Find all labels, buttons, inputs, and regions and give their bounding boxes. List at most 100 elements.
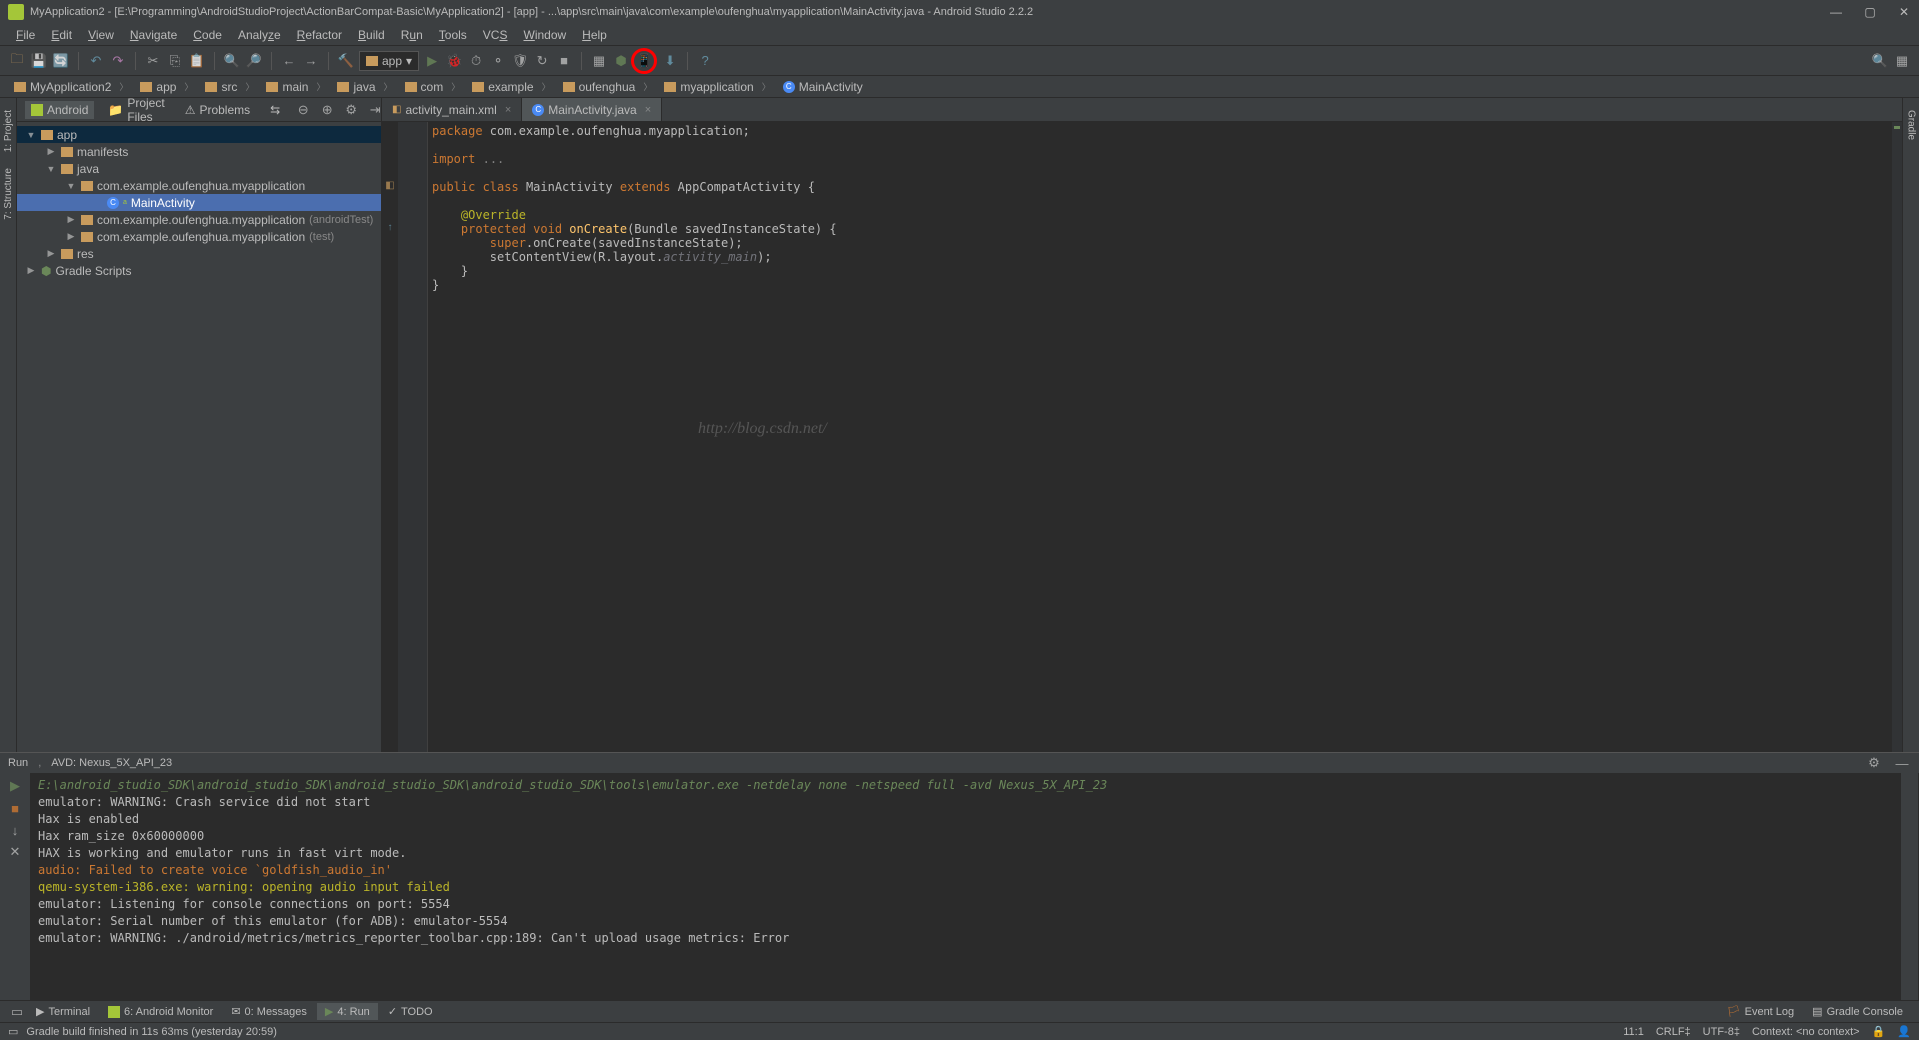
- context[interactable]: Context: <no context>: [1752, 1026, 1860, 1038]
- open-icon[interactable]: 🗀: [8, 52, 26, 70]
- tab-android-monitor[interactable]: 6: Android Monitor: [100, 1004, 221, 1020]
- menu-code[interactable]: Code: [185, 26, 230, 44]
- editor-tab-java[interactable]: CMainActivity.java×: [522, 98, 662, 121]
- crumb-example[interactable]: example: [466, 80, 556, 94]
- menu-window[interactable]: Window: [515, 26, 574, 44]
- overview-ruler[interactable]: [1892, 122, 1902, 752]
- menu-view[interactable]: View: [80, 26, 122, 44]
- profile-icon[interactable]: ⏱: [467, 52, 485, 70]
- tab-android[interactable]: Android: [25, 101, 94, 119]
- crumb-mainactivity[interactable]: CMainActivity: [777, 80, 877, 94]
- tab-event-log[interactable]: 🏳Event Log: [1719, 1003, 1803, 1020]
- settings-icon[interactable]: ⚙: [342, 101, 360, 119]
- tab-more[interactable]: ⇆: [264, 101, 286, 119]
- panel-settings-icon[interactable]: ⚙: [1865, 754, 1883, 772]
- hector-icon[interactable]: 👤: [1897, 1025, 1911, 1038]
- close-tab-icon[interactable]: ×: [645, 104, 651, 116]
- tree-java[interactable]: ▼java: [17, 160, 381, 177]
- menu-run[interactable]: Run: [393, 26, 431, 44]
- crumb-main[interactable]: main: [260, 80, 331, 94]
- hide-bottom-icon[interactable]: ▭: [8, 1003, 26, 1021]
- stop-icon[interactable]: ■: [555, 52, 573, 70]
- ide-settings-icon[interactable]: ▦: [1893, 52, 1911, 70]
- rerun-icon[interactable]: ↻: [533, 52, 551, 70]
- tab-run[interactable]: ▶4: Run: [317, 1003, 378, 1020]
- code-editor[interactable]: package com.example.oufenghua.myapplicat…: [428, 122, 1892, 752]
- encoding[interactable]: UTF-8‡: [1703, 1026, 1740, 1038]
- editor-tab-xml[interactable]: ◧activity_main.xml×: [382, 98, 522, 121]
- menu-refactor[interactable]: Refactor: [289, 26, 350, 44]
- menu-help[interactable]: Help: [574, 26, 615, 44]
- tree-mainactivity[interactable]: CaMainActivity: [17, 194, 381, 211]
- run-configuration[interactable]: app ▾: [359, 51, 419, 71]
- menu-vcs[interactable]: VCS: [475, 26, 516, 44]
- undo-icon[interactable]: ↶: [87, 52, 105, 70]
- save-icon[interactable]: 💾: [30, 52, 48, 70]
- line-separator[interactable]: CRLF‡: [1656, 1026, 1691, 1038]
- tree-app[interactable]: ▼app: [17, 126, 381, 143]
- sdk-manager-icon[interactable]: ⬇: [661, 52, 679, 70]
- redo-icon[interactable]: ↷: [109, 52, 127, 70]
- menu-build[interactable]: Build: [350, 26, 393, 44]
- tab-todo[interactable]: ✓TODO: [380, 1003, 441, 1020]
- attach-icon[interactable]: ⚬: [489, 52, 507, 70]
- console-output[interactable]: E:\android_studio_SDK\android_studio_SDK…: [30, 773, 1901, 1000]
- tab-terminal[interactable]: ▶Terminal: [28, 1003, 98, 1020]
- close-icon[interactable]: ✕: [6, 843, 24, 861]
- cut-icon[interactable]: ✂: [144, 52, 162, 70]
- hide-icon[interactable]: ⇥: [366, 101, 384, 119]
- tab-messages[interactable]: ✉0: Messages: [223, 1003, 315, 1020]
- collapse-icon[interactable]: ⊖: [294, 101, 312, 119]
- back-icon[interactable]: ←: [280, 52, 298, 70]
- maximize-button[interactable]: ▢: [1863, 5, 1877, 19]
- replace-icon[interactable]: 🔎: [245, 52, 263, 70]
- crumb-com[interactable]: com: [399, 80, 467, 94]
- crumb-project[interactable]: MyApplication2: [8, 80, 134, 94]
- menu-navigate[interactable]: Navigate: [122, 26, 185, 44]
- down-icon[interactable]: ↓: [6, 821, 24, 839]
- forward-icon[interactable]: →: [302, 52, 320, 70]
- crumb-java[interactable]: java: [331, 80, 398, 94]
- status-icon[interactable]: ▭: [8, 1025, 18, 1038]
- crumb-app[interactable]: app: [134, 80, 199, 94]
- sync-icon[interactable]: 🔄: [52, 52, 70, 70]
- find-icon[interactable]: 🔍: [223, 52, 241, 70]
- menu-analyze[interactable]: Analyze: [230, 26, 289, 44]
- coverage-icon[interactable]: 🛡: [511, 52, 529, 70]
- crumb-src[interactable]: src: [199, 80, 260, 94]
- locate-icon[interactable]: ⊕: [318, 101, 336, 119]
- copy-icon[interactable]: ⎘: [166, 52, 184, 70]
- tree-pkg-main[interactable]: ▼com.example.oufenghua.myapplication: [17, 177, 381, 194]
- gradle-tool-button[interactable]: Gradle: [1906, 106, 1917, 144]
- search-everywhere-icon[interactable]: 🔍: [1871, 52, 1889, 70]
- help-icon[interactable]: ?: [696, 52, 714, 70]
- debug-icon[interactable]: 🐞: [445, 52, 463, 70]
- override-icon[interactable]: ↑: [382, 222, 398, 236]
- run-icon[interactable]: ▶: [423, 52, 441, 70]
- minimize-button[interactable]: —: [1829, 5, 1843, 19]
- close-button[interactable]: ✕: [1897, 5, 1911, 19]
- tree-res[interactable]: ▶res: [17, 245, 381, 262]
- close-tab-icon[interactable]: ×: [505, 104, 511, 116]
- crumb-oufenghua[interactable]: oufenghua: [557, 80, 659, 94]
- stop-icon[interactable]: ■: [6, 799, 24, 817]
- editor-content[interactable]: ◧ ↑ package com.example.oufenghua.myappl…: [382, 122, 1902, 752]
- tab-project-files[interactable]: 📁Project Files: [102, 94, 170, 126]
- capture-icon[interactable]: ⬢: [612, 52, 630, 70]
- panel-hide-icon[interactable]: —: [1893, 754, 1911, 772]
- tab-gradle-console[interactable]: ▤Gradle Console: [1804, 1003, 1911, 1020]
- avd-manager-icon[interactable]: 📱: [635, 52, 653, 70]
- menu-file[interactable]: File: [8, 26, 43, 44]
- paste-icon[interactable]: 📋: [188, 52, 206, 70]
- project-tool-button[interactable]: 1: Project: [3, 106, 14, 156]
- menu-edit[interactable]: Edit: [43, 26, 80, 44]
- tree-manifests[interactable]: ▶manifests: [17, 143, 381, 160]
- menu-tools[interactable]: Tools: [431, 26, 475, 44]
- tree-pkg-test[interactable]: ▶com.example.oufenghua.myapplication(tes…: [17, 228, 381, 245]
- tab-problems[interactable]: ⚠Problems: [179, 101, 256, 119]
- tree-gradle-scripts[interactable]: ▶⬢Gradle Scripts: [17, 262, 381, 279]
- crumb-myapplication[interactable]: myapplication: [658, 80, 776, 94]
- structure-tool-button[interactable]: 7: Structure: [3, 164, 14, 224]
- layout-icon[interactable]: ▦: [590, 52, 608, 70]
- rerun-icon[interactable]: ▶: [6, 777, 24, 795]
